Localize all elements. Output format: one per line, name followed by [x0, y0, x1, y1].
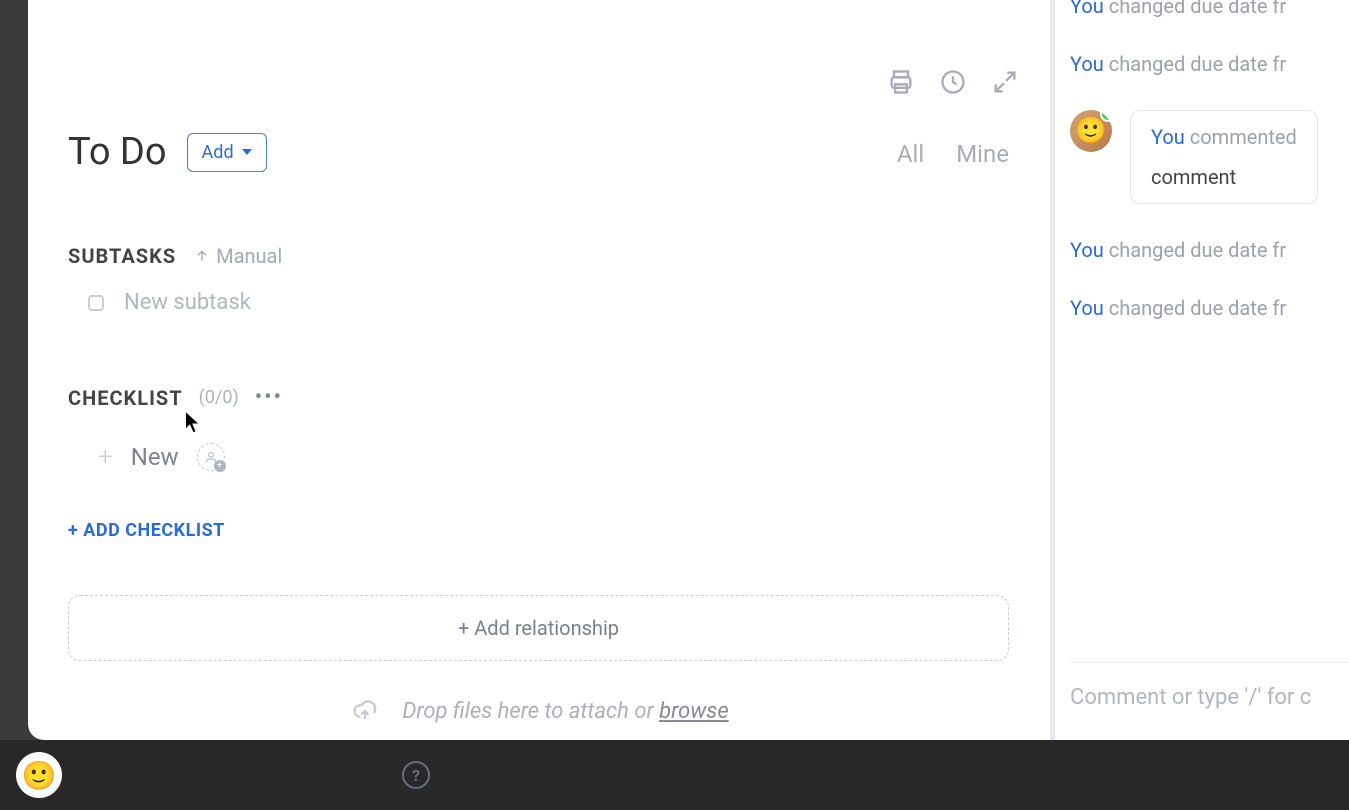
- browse-link[interactable]: browse: [659, 699, 729, 724]
- activity-entry: You changed due date fr: [1070, 52, 1349, 76]
- plus-icon: +: [98, 442, 113, 472]
- dropzone-text: Drop files here to attach or: [402, 699, 659, 724]
- cursor-icon: [184, 410, 202, 436]
- subtasks-label: SUBTASKS: [68, 244, 176, 268]
- activity-entry: You changed due date fr: [1070, 238, 1349, 262]
- checkbox-icon: [88, 295, 104, 311]
- comment-body: comment: [1151, 165, 1297, 189]
- subtasks-sort-label: Manual: [216, 244, 282, 268]
- help-icon[interactable]: ?: [402, 761, 430, 789]
- new-subtask-placeholder: New subtask: [124, 290, 251, 315]
- activity-entry: You changed due date fr: [1070, 0, 1349, 18]
- add-button-label: Add: [202, 142, 234, 163]
- comment-bubble[interactable]: You commented comment: [1130, 110, 1318, 204]
- task-main-panel: To Do Add All Mine SUBTASKS Manual New s…: [28, 0, 1049, 740]
- activity-actor: You: [1070, 52, 1104, 76]
- task-modal: To Do Add All Mine SUBTASKS Manual New s…: [28, 0, 1349, 740]
- user-avatar[interactable]: 🙂: [16, 752, 62, 798]
- checklist-new-text: New: [131, 443, 179, 471]
- checklist-label: CHECKLIST: [68, 386, 183, 410]
- activity-actor: You: [1070, 0, 1104, 18]
- filter-mine[interactable]: Mine: [956, 140, 1009, 168]
- activity-entry: You changed due date fr: [1070, 296, 1349, 320]
- more-icon[interactable]: •••: [255, 385, 283, 410]
- scroll-indicator[interactable]: [1050, 0, 1055, 740]
- comment-head-text: commented: [1185, 125, 1297, 149]
- activity-text: changed due date fr: [1104, 52, 1286, 76]
- top-toolbar: [887, 68, 1019, 96]
- history-icon[interactable]: [939, 68, 967, 96]
- checklist-count: (0/0): [199, 387, 239, 408]
- activity-filters: All Mine: [897, 140, 1009, 168]
- checklist-new-row[interactable]: + New +: [98, 442, 1009, 472]
- add-assignee-icon[interactable]: +: [197, 443, 225, 471]
- expand-icon[interactable]: [991, 68, 1019, 96]
- new-subtask-row[interactable]: New subtask: [68, 290, 1009, 315]
- chevron-down-icon: [242, 149, 252, 155]
- add-relationship-button[interactable]: + Add relationship: [68, 595, 1009, 661]
- activity-panel: You changed due date fr You changed due …: [1049, 0, 1349, 740]
- activity-comment: 🙂 You commented comment: [1070, 110, 1349, 204]
- activity-text: changed due date fr: [1104, 296, 1286, 320]
- activity-text: changed due date fr: [1104, 0, 1286, 18]
- task-title[interactable]: To Do: [68, 130, 167, 174]
- add-checklist-button[interactable]: + ADD CHECKLIST: [68, 520, 1009, 541]
- checklist-header: CHECKLIST (0/0) •••: [68, 385, 1009, 410]
- comment-input[interactable]: Comment or type '/' for c: [1070, 662, 1349, 710]
- subtasks-section: SUBTASKS Manual New subtask: [68, 244, 1009, 315]
- cloud-upload-icon: [348, 697, 382, 725]
- activity-actor: You: [1070, 238, 1104, 262]
- comment-actor: You: [1151, 125, 1185, 149]
- add-button[interactable]: Add: [187, 133, 267, 172]
- print-icon[interactable]: [887, 68, 915, 96]
- activity-actor: You: [1070, 296, 1104, 320]
- file-dropzone[interactable]: Drop files here to attach or browse: [68, 697, 1009, 725]
- filter-all[interactable]: All: [897, 140, 924, 168]
- title-row: To Do Add: [68, 130, 1009, 174]
- activity-text: changed due date fr: [1104, 238, 1286, 262]
- subtasks-sort[interactable]: Manual: [194, 244, 282, 268]
- bottom-bar: 🙂 ?: [0, 740, 1349, 810]
- avatar[interactable]: 🙂: [1070, 110, 1112, 152]
